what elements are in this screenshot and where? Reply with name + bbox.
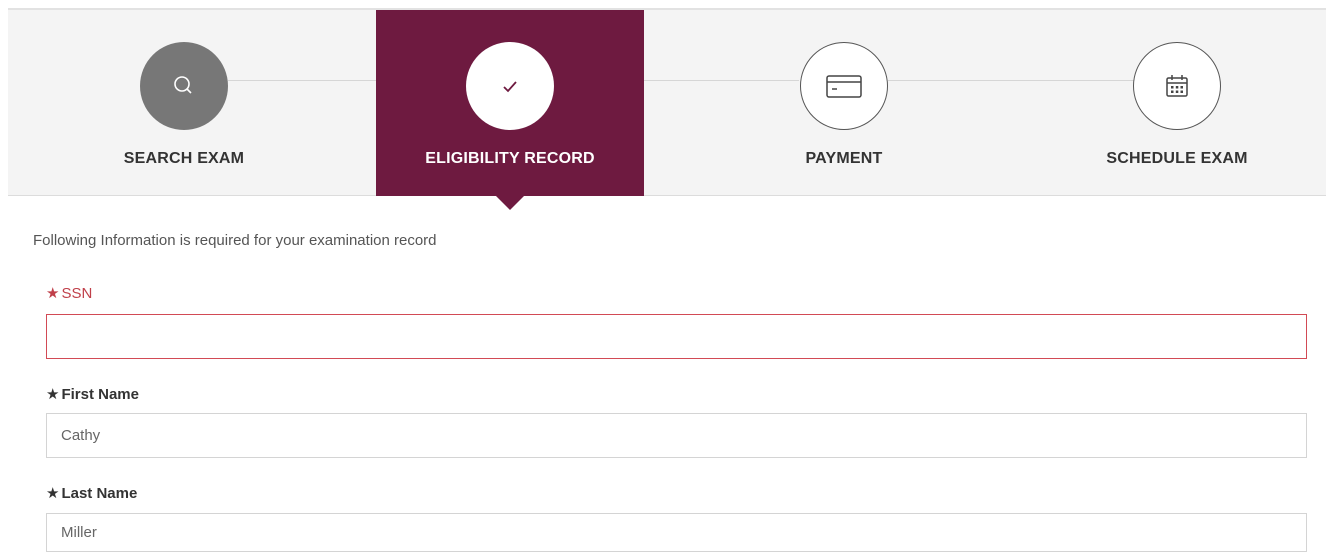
progress-stepper: SEARCH EXAM ELIGIBILITY RECORD PAYMENT S… xyxy=(8,8,1326,196)
ssn-label: ★ SSN xyxy=(46,284,92,302)
last-name-input[interactable] xyxy=(46,513,1307,552)
step-label: ELIGIBILITY RECORD xyxy=(425,150,595,167)
step-label: SCHEDULE EXAM xyxy=(1106,150,1248,167)
credit-card-icon xyxy=(800,42,888,130)
step-payment[interactable]: PAYMENT xyxy=(710,10,978,196)
required-star-icon: ★ xyxy=(46,485,60,502)
last-name-label: ★ Last Name xyxy=(46,484,137,502)
ssn-label-text: SSN xyxy=(61,285,93,302)
first-name-label: ★ First Name xyxy=(46,385,139,403)
step-eligibility-record[interactable]: ELIGIBILITY RECORD xyxy=(376,10,644,196)
calendar-icon xyxy=(1133,42,1221,130)
step-label: SEARCH EXAM xyxy=(123,150,245,167)
required-star-icon: ★ xyxy=(46,386,60,403)
active-step-pointer xyxy=(494,194,526,210)
first-name-label-text: First Name xyxy=(61,386,139,403)
step-label: PAYMENT xyxy=(805,150,883,167)
step-schedule-exam[interactable]: SCHEDULE EXAM xyxy=(1043,10,1311,196)
form-intro-text: Following Information is required for yo… xyxy=(33,232,437,249)
top-border xyxy=(0,0,1332,8)
required-star-icon: ★ xyxy=(46,285,60,302)
last-name-label-text: Last Name xyxy=(61,485,138,502)
first-name-input[interactable] xyxy=(46,413,1307,458)
checkmark-icon xyxy=(466,42,554,130)
search-icon xyxy=(140,42,228,130)
ssn-input[interactable] xyxy=(46,314,1307,359)
step-search-exam[interactable]: SEARCH EXAM xyxy=(50,10,318,196)
